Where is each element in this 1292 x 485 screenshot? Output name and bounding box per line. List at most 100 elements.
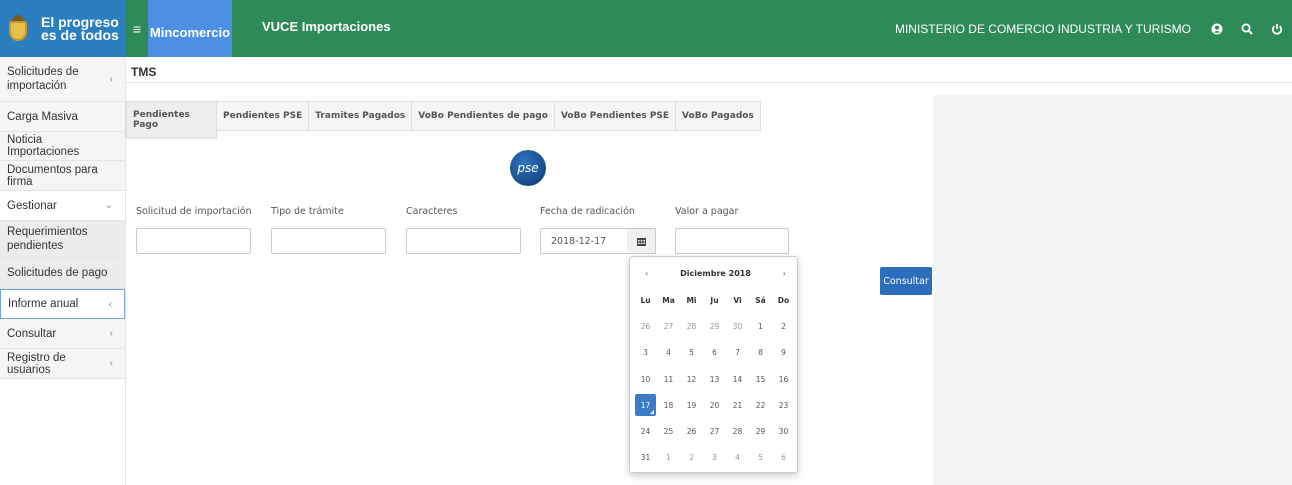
caracteres-input[interactable] [406, 228, 521, 254]
calendar-day[interactable]: 7 [726, 340, 749, 366]
calendar-day[interactable]: 3 [634, 340, 657, 366]
chevron-left-icon: ‹ [109, 358, 113, 369]
calendar-day[interactable]: 18 [657, 392, 680, 418]
calendar-day[interactable]: 15 [749, 366, 772, 392]
calendar-day[interactable]: 1 [657, 445, 680, 471]
fecha-radicacion-input[interactable]: 2018-12-17 [540, 228, 628, 254]
sidebar-item-registro[interactable]: Registro de usuarios ‹ [0, 349, 125, 379]
brand-logo[interactable]: El progreso es de todos [0, 0, 126, 57]
calendar-day[interactable]: 4 [657, 340, 680, 366]
calendar-day[interactable]: 26 [680, 418, 703, 444]
selected-day[interactable]: 17 [635, 394, 656, 417]
calendar-day[interactable]: 6 [703, 340, 726, 366]
main-content: TMS Pendientes Pago Pendientes PSE Trami… [126, 57, 1292, 485]
calendar-day[interactable]: 24 [634, 418, 657, 444]
calendar-day[interactable]: 30 [772, 418, 795, 444]
weekday-header: Lu [640, 295, 651, 305]
calendar-day[interactable]: 16 [772, 366, 795, 392]
calendar-day[interactable]: 25 [657, 418, 680, 444]
calendar-day[interactable]: 30 [726, 313, 749, 339]
calendar-day[interactable]: 27 [703, 418, 726, 444]
fecha-radicacion-label: Fecha de radicación [540, 206, 635, 217]
tab-vobo-pendientes-pse[interactable]: VoBo Pendientes PSE [554, 101, 677, 131]
mincomercio-label[interactable]: Mincomercio [148, 0, 232, 57]
power-icon[interactable] [1262, 0, 1292, 57]
calendar-day[interactable]: 5 [680, 340, 703, 366]
prev-month-button[interactable]: ‹ [645, 269, 648, 278]
datepicker-month-title[interactable]: Diciembre 2018 [680, 269, 751, 278]
calendar-day[interactable]: 1 [749, 313, 772, 339]
tab-tramites-pagados[interactable]: Tramites Pagados [309, 101, 413, 131]
sidebar-item-solicitudes[interactable]: Solicitudes de importación ‹ [0, 57, 125, 102]
calendar-day[interactable]: 21 [726, 392, 749, 418]
pse-logo: pse [510, 150, 546, 186]
calendar-day[interactable]: 2 [772, 313, 795, 339]
calendar-day[interactable]: 28 [726, 418, 749, 444]
title-divider [126, 82, 1292, 83]
search-icon[interactable] [1232, 0, 1262, 57]
solicitud-input[interactable] [136, 228, 251, 254]
calendar-day[interactable]: 11 [657, 366, 680, 392]
consultar-button[interactable]: Consultar [880, 267, 932, 295]
calendar-day[interactable]: 29 [749, 418, 772, 444]
calendar-day[interactable]: 28 [680, 313, 703, 339]
weekday-header: Sá [755, 295, 766, 305]
calendar-day[interactable]: 9 [772, 340, 795, 366]
calendar-day[interactable]: 27 [657, 313, 680, 339]
calendar-day[interactable]: 14 [726, 366, 749, 392]
next-month-button[interactable]: › [783, 269, 786, 278]
calendar-day[interactable]: 20 [703, 392, 726, 418]
user-circle-icon[interactable] [1202, 0, 1232, 57]
brand-line-2: es de todos [41, 26, 119, 43]
weekday-header: Do [777, 295, 790, 305]
caracteres-label: Caracteres [406, 206, 458, 217]
calendar-day[interactable]: 4 [726, 445, 749, 471]
chevron-left-icon: ‹ [109, 73, 113, 85]
tab-pendientes-pago[interactable]: Pendientes Pago [126, 101, 217, 138]
hamburger-icon[interactable]: ≡ [126, 0, 148, 57]
calendar-day[interactable]: 2 [680, 445, 703, 471]
sidebar-item-requerimientos[interactable]: Requerimientos pendientes [0, 221, 125, 258]
valor-pagar-input[interactable] [675, 228, 789, 254]
sidebar-item-label: Carga Masiva [7, 110, 78, 123]
ministry-name: MINISTERIO DE COMERCIO INDUSTRIA Y TURIS… [894, 21, 1191, 36]
sidebar-item-gestionar[interactable]: Gestionar ⌄ [0, 191, 125, 221]
datepicker-popup: ‹ Diciembre 2018 › Lu Ma Mi Ju Vi Sá Do 26 27 28 2… [629, 256, 798, 473]
calendar-day[interactable]: 29 [703, 313, 726, 339]
sidebar-item-carga-masiva[interactable]: Carga Masiva [0, 102, 125, 132]
tipo-tramite-label: Tipo de trámite [271, 206, 344, 217]
brand-text: El progreso es de todos [41, 15, 119, 43]
tab-vobo-pendientes-pago[interactable]: VoBo Pendientes de pago [412, 101, 555, 131]
calendar-day[interactable]: 19 [680, 392, 703, 418]
sidebar-item-noticia[interactable]: Noticia Importaciones [0, 132, 125, 161]
sidebar-item-label: Requerimientos pendientes [7, 226, 88, 252]
sidebar-item-solicitudes-pago[interactable]: Solicitudes de pago [0, 258, 125, 289]
tab-pendientes-pse[interactable]: Pendientes PSE [217, 101, 310, 131]
calendar-day[interactable]: 23 [772, 392, 795, 418]
sidebar-item-informe-anual[interactable]: Informe anual ‹ [0, 289, 125, 319]
calendar-day[interactable]: 8 [749, 340, 772, 366]
calendar-day[interactable]: 31 [634, 445, 657, 471]
calendar-day[interactable]: 22 [749, 392, 772, 418]
weekday-header: Mi [686, 295, 697, 305]
tipo-tramite-input[interactable] [271, 228, 386, 254]
sidebar-item-label: Gestionar [7, 199, 57, 212]
right-panel [933, 95, 1292, 485]
sidebar-item-documentos[interactable]: Documentos para firma [0, 161, 125, 191]
page-title: TMS [131, 65, 157, 79]
calendar-day[interactable]: 6 [772, 445, 795, 471]
calendar-day[interactable]: 3 [703, 445, 726, 471]
app-title: VUCE Importaciones [262, 19, 391, 34]
tab-vobo-pagados[interactable]: VoBo Pagados [676, 101, 761, 131]
calendar-day[interactable]: 10 [634, 366, 657, 392]
calendar-day[interactable]: 12 [680, 366, 703, 392]
calendar-day[interactable]: 26 [634, 313, 657, 339]
calendar-day[interactable]: 5 [749, 445, 772, 471]
calendar-icon[interactable] [627, 228, 656, 254]
sidebar-item-label: Informe anual [8, 298, 79, 310]
sidebar-item-consultar[interactable]: Consultar ‹ [0, 319, 125, 349]
sidebar-item-label: Registro de usuarios [7, 351, 66, 376]
calendar-day[interactable]: 13 [703, 366, 726, 392]
chevron-left-icon: ‹ [109, 328, 113, 339]
chevron-left-icon: ‹ [108, 298, 112, 310]
